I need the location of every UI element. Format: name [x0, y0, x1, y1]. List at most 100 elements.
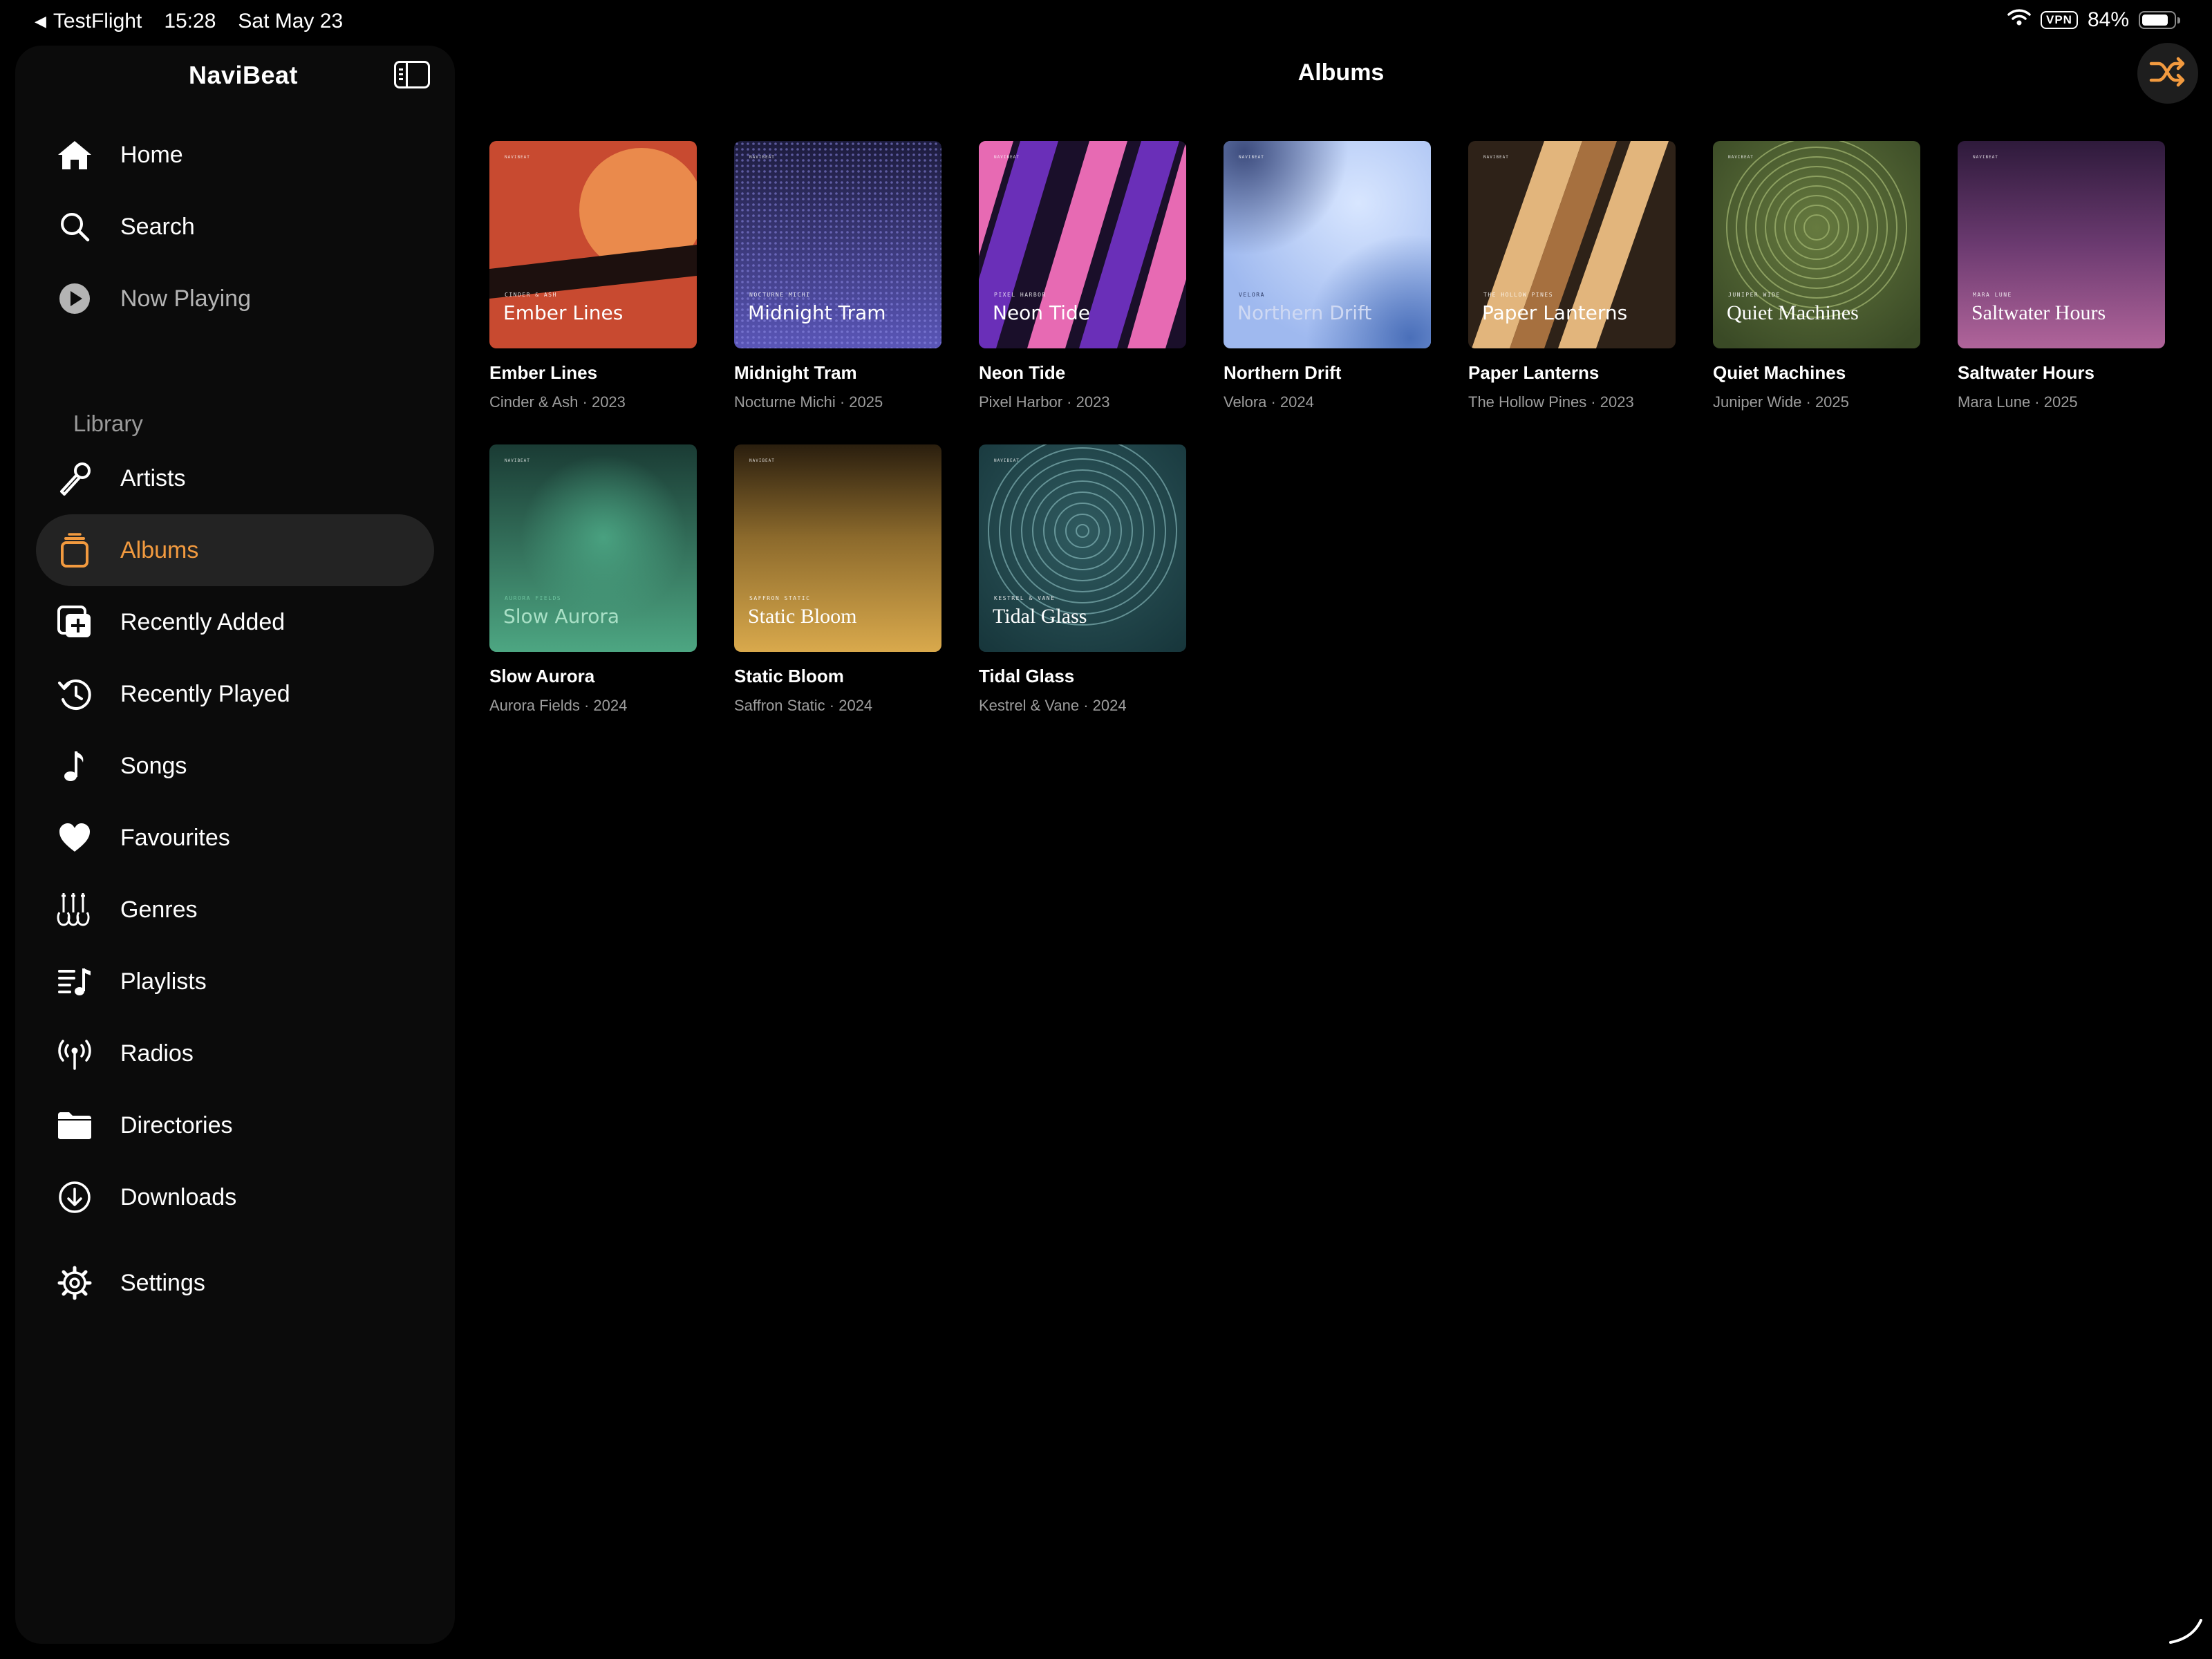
- resize-corner-icon[interactable]: [2165, 1618, 2206, 1645]
- cover-title: Northern Drift: [1237, 301, 1372, 324]
- sidebar-item-settings[interactable]: Settings: [36, 1247, 434, 1319]
- sidebar-item-label: Home: [120, 141, 183, 168]
- sidebar-item-genres[interactable]: Genres: [36, 874, 434, 946]
- album-cover[interactable]: NAVIBEAT THE HOLLOW PINES Paper Lanterns: [1468, 141, 1676, 348]
- album-subtitle: Pixel Harbor · 2023: [979, 393, 1110, 411]
- album-cover[interactable]: NAVIBEAT AURORA FIELDS Slow Aurora: [489, 444, 697, 652]
- sidebar-item-recently-played[interactable]: Recently Played: [36, 658, 434, 730]
- album-card[interactable]: NAVIBEAT THE HOLLOW PINES Paper Lanterns…: [1468, 141, 1676, 411]
- sidebar-item-artists[interactable]: Artists: [36, 442, 434, 514]
- album-card[interactable]: NAVIBEAT SAFFRON STATIC Static Bloom Sta…: [734, 444, 941, 715]
- album-title[interactable]: Tidal Glass: [979, 666, 1186, 687]
- status-bar-right: VPN 84%: [2007, 8, 2180, 32]
- album-subtitle: Aurora Fields · 2024: [489, 697, 628, 714]
- album-card[interactable]: NAVIBEAT NOCTURNE MICHI Midnight Tram Mi…: [734, 141, 941, 411]
- cover-artist: MARA LUNE: [1973, 292, 2012, 298]
- sidebar-item-albums[interactable]: Albums: [36, 514, 434, 586]
- album-title[interactable]: Quiet Machines: [1713, 362, 1920, 384]
- sidebar-item-search[interactable]: Search: [36, 191, 434, 263]
- album-cover[interactable]: NAVIBEAT KESTREL & VANE Tidal Glass: [979, 444, 1186, 652]
- guitars-icon: [55, 890, 94, 929]
- album-card[interactable]: NAVIBEAT MARA LUNE Saltwater Hours Saltw…: [1958, 141, 2165, 411]
- sidebar-item-label: Genres: [120, 896, 198, 923]
- cover-title: Paper Lanterns: [1482, 301, 1628, 324]
- back-arrow-icon[interactable]: ◀: [35, 12, 46, 30]
- album-cover[interactable]: NAVIBEAT SAFFRON STATIC Static Bloom: [734, 444, 941, 652]
- sidebar-item-radios[interactable]: Radios: [36, 1018, 434, 1089]
- album-card[interactable]: NAVIBEAT CINDER & ASH Ember Lines Ember …: [489, 141, 697, 411]
- cover-artist: AURORA FIELDS: [505, 595, 562, 601]
- status-bar: ◀ TestFlight 15:28 Sat May 23 VPN 84%: [0, 0, 2212, 44]
- cover-brand: NAVIBEAT: [505, 155, 530, 160]
- album-title[interactable]: Ember Lines: [489, 362, 697, 384]
- cover-artist: NOCTURNE MICHI: [749, 292, 811, 298]
- cover-brand: NAVIBEAT: [749, 155, 775, 160]
- status-time: 15:28: [164, 10, 216, 32]
- house-icon: [55, 135, 94, 174]
- sidebar-item-now-playing[interactable]: Now Playing: [36, 263, 434, 335]
- sidebar-item-home[interactable]: Home: [36, 119, 434, 191]
- sidebar-item-label: Recently Added: [120, 608, 285, 635]
- cover-brand: NAVIBEAT: [1728, 155, 1754, 160]
- cover-artist: THE HOLLOW PINES: [1483, 292, 1554, 298]
- sidebar-item-label: Now Playing: [120, 285, 251, 312]
- sidebar-item-downloads[interactable]: Downloads: [36, 1161, 434, 1233]
- album-cover[interactable]: NAVIBEAT NOCTURNE MICHI Midnight Tram: [734, 141, 941, 348]
- shuffle-button[interactable]: [2137, 43, 2198, 104]
- cover-brand: NAVIBEAT: [1973, 155, 1998, 160]
- sidebar-item-playlists[interactable]: Playlists: [36, 946, 434, 1018]
- album-card[interactable]: NAVIBEAT AURORA FIELDS Slow Aurora Slow …: [489, 444, 697, 715]
- album-card[interactable]: NAVIBEAT KESTREL & VANE Tidal Glass Tida…: [979, 444, 1186, 715]
- album-subtitle: Kestrel & Vane · 2024: [979, 697, 1127, 714]
- cover-brand: NAVIBEAT: [1239, 155, 1264, 160]
- album-title[interactable]: Midnight Tram: [734, 362, 941, 384]
- album-title[interactable]: Saltwater Hours: [1958, 362, 2165, 384]
- cover-title: Saltwater Hours: [1971, 301, 2106, 324]
- cover-title: Neon Tide: [993, 301, 1090, 324]
- album-card[interactable]: NAVIBEAT PIXEL HARBOR Neon Tide Neon Tid…: [979, 141, 1186, 411]
- album-subtitle: Juniper Wide · 2025: [1713, 393, 1849, 411]
- album-cover[interactable]: NAVIBEAT MARA LUNE Saltwater Hours: [1958, 141, 2165, 348]
- album-title[interactable]: Neon Tide: [979, 362, 1186, 384]
- download-icon: [55, 1178, 94, 1217]
- back-app-label[interactable]: TestFlight: [53, 10, 142, 33]
- sidebar-item-recently-added[interactable]: Recently Added: [36, 586, 434, 658]
- album-cover[interactable]: NAVIBEAT JUNIPER WIDE Quiet Machines: [1713, 141, 1920, 348]
- album-title[interactable]: Paper Lanterns: [1468, 362, 1676, 384]
- sidebar-item-favourites[interactable]: Favourites: [36, 802, 434, 874]
- folder-icon: [55, 1106, 94, 1145]
- sidebar-item-label: Recently Played: [120, 680, 290, 707]
- sidebar-item-label: Artists: [120, 465, 186, 491]
- album-cover[interactable]: NAVIBEAT CINDER & ASH Ember Lines: [489, 141, 697, 348]
- album-card[interactable]: NAVIBEAT JUNIPER WIDE Quiet Machines Qui…: [1713, 141, 1920, 411]
- album-title[interactable]: Northern Drift: [1224, 362, 1431, 384]
- sidebar-item-label: Settings: [120, 1269, 205, 1296]
- sidebar-toggle-icon[interactable]: [394, 61, 430, 88]
- status-bar-left: ◀ TestFlight 15:28 Sat May 23: [35, 10, 343, 33]
- album-title[interactable]: Slow Aurora: [489, 666, 697, 687]
- sidebar-item-label: Playlists: [120, 968, 207, 995]
- history-icon: [55, 675, 94, 713]
- sidebar-item-songs[interactable]: Songs: [36, 730, 434, 802]
- cover-brand: NAVIBEAT: [994, 155, 1020, 160]
- album-card[interactable]: NAVIBEAT VELORA Northern Drift Northern …: [1224, 141, 1431, 411]
- sidebar-item-label: Favourites: [120, 824, 230, 851]
- play-circle-icon: [55, 279, 94, 318]
- album-subtitle: Nocturne Michi · 2025: [734, 393, 883, 411]
- album-subtitle: Velora · 2024: [1224, 393, 1314, 411]
- cover-title: Static Bloom: [748, 605, 857, 628]
- page-title: Albums: [1297, 59, 1385, 86]
- album-cover[interactable]: NAVIBEAT VELORA Northern Drift: [1224, 141, 1431, 348]
- sidebar-item-label: Directories: [120, 1112, 233, 1138]
- album-subtitle: The Hollow Pines · 2023: [1468, 393, 1634, 411]
- album-title[interactable]: Static Bloom: [734, 666, 941, 687]
- microphone-icon: [55, 459, 94, 498]
- cover-title: Slow Aurora: [503, 605, 620, 628]
- cover-brand: NAVIBEAT: [749, 458, 775, 463]
- cover-artist: KESTREL & VANE: [994, 595, 1056, 601]
- album-cover[interactable]: NAVIBEAT PIXEL HARBOR Neon Tide: [979, 141, 1186, 348]
- sidebar-item-directories[interactable]: Directories: [36, 1089, 434, 1161]
- antenna-icon: [55, 1034, 94, 1073]
- magnifier-icon: [55, 207, 94, 246]
- cover-title: Ember Lines: [503, 301, 624, 324]
